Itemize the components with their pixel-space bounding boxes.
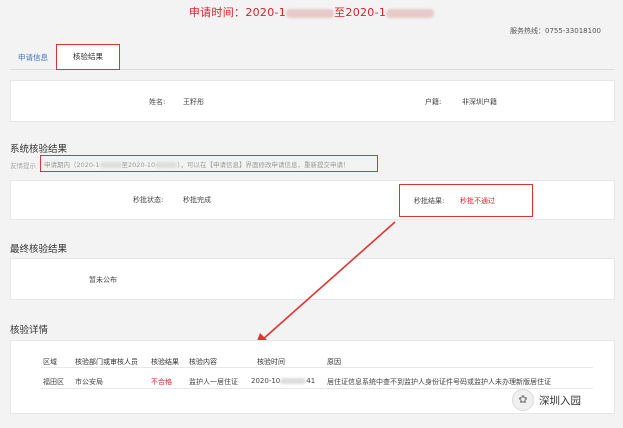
cell-result: 不合格 xyxy=(151,378,172,386)
cell-dept: 市公安局 xyxy=(75,378,103,386)
cell-area: 福田区 xyxy=(43,378,64,386)
col-reason: 原因 xyxy=(327,358,341,366)
col-time: 核验时间 xyxy=(257,358,285,366)
col-result: 核验结果 xyxy=(151,358,179,366)
col-content: 核验内容 xyxy=(189,358,217,366)
col-area: 区域 xyxy=(43,358,57,366)
wechat-icon: ✿ xyxy=(512,389,534,411)
watermark: ✿ 深圳入园 xyxy=(512,389,581,411)
table-row: 福田区 市公安局 不合格 监护人一居住证 2020-10 41 居住证信息系统中查… xyxy=(41,373,593,389)
cell-reason: 居住证信息系统中查不到监护人身份证件号码或监护人未办理新版居住证 xyxy=(327,378,551,386)
cell-time: 2020-10 41 xyxy=(251,377,316,385)
watermark-text: 深圳入园 xyxy=(539,394,581,407)
col-dept: 核验部门或审核人员 xyxy=(75,358,138,366)
cell-content: 监护人一居住证 xyxy=(189,378,238,386)
table-header-row: 区域 核验部门或审核人员 核验结果 核验内容 核验时间 原因 xyxy=(41,354,593,368)
details-title: 核验详情 xyxy=(10,325,49,336)
